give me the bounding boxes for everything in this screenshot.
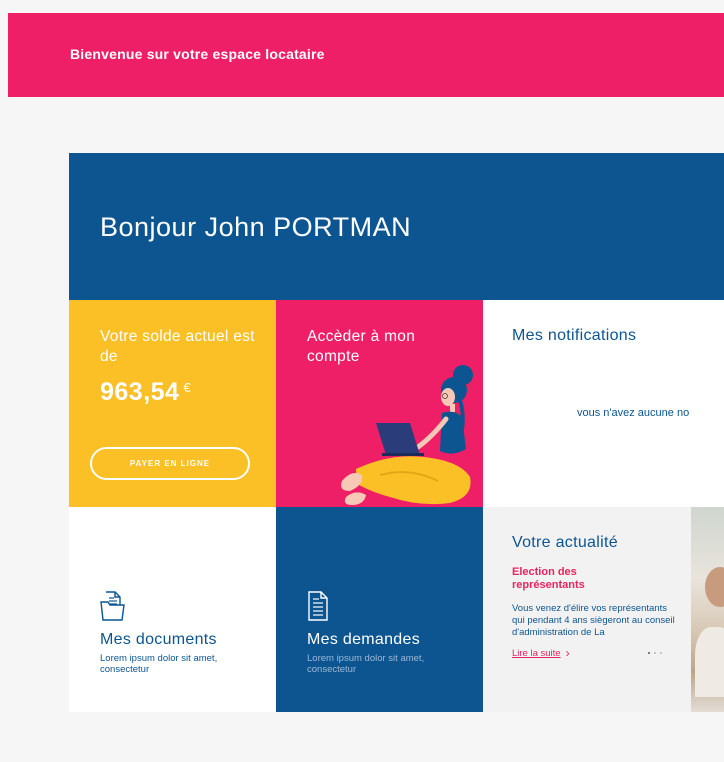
currency-symbol: € xyxy=(183,380,192,395)
news-body: Vous venez d'élire vos représentants qui… xyxy=(512,603,675,638)
carousel-dot[interactable] xyxy=(654,652,656,654)
document-icon xyxy=(308,591,328,621)
top-banner: Bienvenue sur votre espace locataire xyxy=(8,13,724,97)
requests-title: Mes demandes xyxy=(307,631,420,648)
pay-online-button[interactable]: PAYER EN LIGNE xyxy=(90,447,250,480)
folder-document-icon xyxy=(100,591,125,621)
news-tile: Votre actualité Election des représentan… xyxy=(483,507,724,712)
welcome-text: Bienvenue sur votre espace locataire xyxy=(70,46,325,62)
news-photo-figure xyxy=(695,627,724,697)
balance-tile: Votre solde actuel est de 963,54 € PAYER … xyxy=(69,300,276,507)
notifications-tile: Mes notifications vous n'avez aucune no xyxy=(483,300,724,507)
balance-amount: 963,54 € xyxy=(100,378,191,407)
carousel-dot[interactable] xyxy=(660,652,662,654)
documents-title: Mes documents xyxy=(100,631,217,648)
carousel-dot[interactable] xyxy=(648,652,650,654)
read-more-link[interactable]: Lire la suite › xyxy=(512,645,570,660)
notifications-title: Mes notifications xyxy=(512,327,637,344)
balance-label: Votre solde actuel est de xyxy=(100,328,255,365)
balance-value: 963,54 xyxy=(100,378,180,406)
news-headline: Election des représentants xyxy=(512,566,585,591)
account-tile[interactable]: Accèder à mon compte xyxy=(276,300,483,507)
requests-tile[interactable]: Mes demandes Lorem ipsum dolor sit amet,… xyxy=(276,507,483,712)
news-photo-figure xyxy=(705,567,724,607)
notifications-empty-text: vous n'avez aucune no xyxy=(577,407,690,419)
greeting-text: Bonjour John PORTMAN xyxy=(100,212,412,242)
news-title: Votre actualité xyxy=(512,534,618,551)
carousel-dots xyxy=(648,652,662,654)
documents-subtitle: Lorem ipsum dolor sit amet, consectetur xyxy=(100,653,218,675)
documents-tile[interactable]: Mes documents Lorem ipsum dolor sit amet… xyxy=(69,507,276,712)
read-more-label: Lire la suite xyxy=(512,648,561,659)
woman-laptop-illustration xyxy=(341,365,473,505)
requests-subtitle: Lorem ipsum dolor sit amet, consectetur xyxy=(307,653,425,675)
chevron-right-icon: › xyxy=(565,646,570,660)
greeting-banner: Bonjour John PORTMAN xyxy=(69,153,724,300)
news-photo xyxy=(691,507,724,712)
